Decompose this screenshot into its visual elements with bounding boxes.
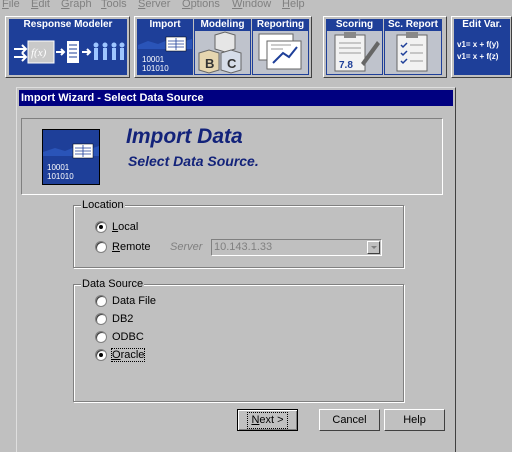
cancel-button[interactable]: Cancel: [319, 409, 380, 431]
data-source-group: Data Source Data File DB2 ODBC Oracle: [73, 278, 404, 402]
reporting-label: Reporting: [252, 19, 309, 30]
menu-graph[interactable]: Graph: [61, 0, 92, 10]
location-group-label: Location: [81, 199, 125, 211]
menu-server[interactable]: Server: [138, 0, 170, 10]
toolbar-group-modeler: Response Modeler f(x): [5, 16, 130, 78]
svg-text:f(x): f(x): [31, 47, 47, 59]
import-data-icon: 10001 101010: [42, 129, 100, 185]
cancel-button-label: Cancel: [332, 414, 367, 426]
svg-text:101010: 101010: [47, 172, 74, 181]
import-button[interactable]: Import 10001 101010: [137, 19, 193, 75]
toolbar-group-scoring: Scoring 7.8 Sc. Report: [323, 16, 447, 78]
scoring-button[interactable]: Scoring 7.8: [326, 19, 383, 75]
location-remote-option[interactable]: Remote: [95, 240, 151, 254]
modeling-button[interactable]: Modeling B C: [194, 19, 251, 75]
scoring-label: Scoring: [326, 19, 383, 30]
edit-var-button[interactable]: Edit Var. v1= x + f(y) v1= x + f(z): [454, 19, 510, 75]
menu-edit[interactable]: Edit: [31, 0, 50, 10]
response-modeler-button[interactable]: Response Modeler f(x): [9, 19, 127, 75]
location-group: Location Local Remote Server 10.143.1.33: [73, 199, 404, 268]
menu-file[interactable]: File: [2, 0, 20, 10]
db2-label: DB2: [112, 313, 134, 325]
equation-icon: v1= x + f(y) v1= x + f(z): [455, 31, 509, 74]
db2-radio[interactable]: [95, 313, 107, 325]
help-button-label: Help: [403, 414, 426, 426]
source-data-file-option[interactable]: Data File: [95, 294, 156, 308]
report-chart-icon: [253, 31, 308, 74]
menu-bar: File Edit Graph Tools Server Options Win…: [0, 0, 512, 11]
data-source-group-label: Data Source: [81, 278, 145, 290]
import-icon: 10001 101010: [138, 31, 192, 74]
reporting-button[interactable]: Reporting: [252, 19, 309, 75]
toolbar-group-data: Import 10001 101010 Modeling B C Reporti…: [134, 16, 312, 78]
response-modeler-label: Response Modeler: [9, 19, 127, 30]
edit-var-label: Edit Var.: [454, 19, 510, 30]
toolbar: Response Modeler f(x) Import 10001 10101…: [0, 11, 512, 83]
chevron-down-icon[interactable]: [367, 241, 380, 254]
response-modeler-icon: f(x): [10, 31, 126, 74]
svg-text:v1= x + f(y): v1= x + f(y): [457, 40, 499, 49]
svg-text:C: C: [227, 56, 237, 71]
source-odbc-option[interactable]: ODBC: [95, 330, 144, 344]
blocks-icon: B C: [195, 31, 250, 74]
location-local-option[interactable]: Local: [95, 220, 138, 234]
odbc-label: ODBC: [112, 331, 144, 343]
svg-text:7.8: 7.8: [339, 60, 353, 71]
remote-radio[interactable]: [95, 241, 107, 253]
wizard-header-panel: 10001 101010 Import Data Select Data Sou…: [21, 118, 443, 195]
oracle-radio[interactable]: [95, 349, 107, 361]
menu-window[interactable]: Window: [232, 0, 271, 10]
import-label: Import: [137, 19, 193, 30]
server-label: Server: [170, 241, 203, 253]
source-oracle-option[interactable]: Oracle: [95, 348, 146, 362]
wizard-subtitle: Select Data Source.: [128, 153, 259, 169]
menu-options[interactable]: Options: [182, 0, 220, 10]
sc-report-label: Sc. Report: [384, 19, 442, 30]
modeling-label: Modeling: [194, 19, 251, 30]
odbc-radio[interactable]: [95, 331, 107, 343]
import-wizard-dialog: Import Wizard - Select Data Source 10001…: [16, 87, 456, 452]
next-button[interactable]: Next >: [237, 409, 298, 431]
checklist-icon: [385, 31, 441, 74]
dialog-title-bar: Import Wizard - Select Data Source: [19, 90, 453, 106]
menu-help[interactable]: Help: [282, 0, 305, 10]
svg-text:v1= x + f(z): v1= x + f(z): [457, 52, 499, 61]
oracle-label: Oracle: [110, 348, 146, 362]
svg-text:B: B: [205, 56, 214, 71]
svg-text:10001: 10001: [142, 55, 165, 64]
next-button-label: Next >: [247, 412, 288, 429]
toolbar-group-editvar: Edit Var. v1= x + f(y) v1= x + f(z): [451, 16, 512, 78]
data-file-radio[interactable]: [95, 295, 107, 307]
data-file-label: Data File: [112, 295, 157, 307]
source-db2-option[interactable]: DB2: [95, 312, 133, 326]
svg-text:10001: 10001: [47, 163, 70, 172]
server-value: 10.143.1.33: [214, 241, 273, 253]
local-radio[interactable]: [95, 221, 107, 233]
scoring-clipboard-icon: 7.8: [327, 31, 382, 74]
remote-label: Remote: [112, 241, 151, 253]
help-button[interactable]: Help: [384, 409, 445, 431]
sc-report-button[interactable]: Sc. Report: [384, 19, 442, 75]
menu-tools[interactable]: Tools: [101, 0, 127, 10]
wizard-title: Import Data: [126, 125, 243, 148]
svg-text:101010: 101010: [142, 64, 169, 73]
local-label: Local: [112, 221, 139, 233]
server-combo[interactable]: 10.143.1.33: [211, 239, 382, 256]
